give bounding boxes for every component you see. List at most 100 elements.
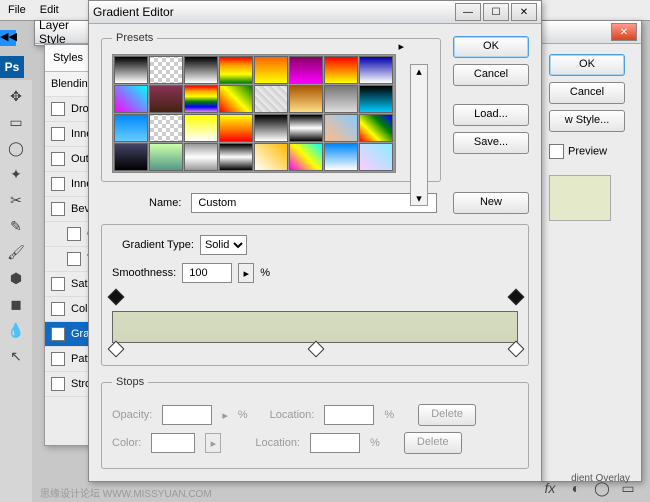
name-input[interactable]: Custom	[191, 193, 437, 213]
new-button[interactable]: New	[453, 192, 529, 214]
preset-swatch[interactable]	[114, 143, 148, 171]
preset-swatch[interactable]	[359, 56, 393, 84]
crop-tool-icon[interactable]: ✂	[4, 188, 28, 212]
preview-swatch	[549, 175, 611, 221]
preset-swatch[interactable]	[219, 85, 253, 113]
opacity-stop[interactable]	[510, 291, 520, 303]
preset-swatch[interactable]	[149, 56, 183, 84]
opacity-label: Opacity:	[112, 409, 152, 421]
stops-legend: Stops	[112, 376, 148, 388]
location-label: Location:	[270, 409, 315, 421]
smoothness-label: Smoothness:	[112, 267, 176, 279]
color-stop[interactable]	[510, 343, 520, 355]
minimize-icon[interactable]: —	[455, 3, 481, 21]
folder-icon[interactable]: ▭	[616, 476, 640, 500]
opacity-stop[interactable]	[110, 291, 120, 303]
preset-swatch[interactable]	[254, 143, 288, 171]
preset-swatch[interactable]	[149, 114, 183, 142]
preset-swatch[interactable]	[359, 114, 393, 142]
preset-swatch[interactable]	[219, 143, 253, 171]
preset-swatch[interactable]	[289, 56, 323, 84]
dropdown-icon[interactable]: ▸	[238, 263, 254, 283]
layer-style-title: Layer Style	[39, 18, 91, 46]
eyedropper-tool-icon[interactable]: ✎	[4, 214, 28, 238]
preset-swatch[interactable]	[254, 56, 288, 84]
preset-swatch[interactable]	[149, 143, 183, 171]
smoothness-input[interactable]: 100	[182, 263, 232, 283]
cancel-button[interactable]: Cancel	[453, 64, 529, 86]
delete-button: Delete	[404, 432, 462, 454]
new-style-button[interactable]: w Style...	[549, 110, 625, 132]
color-stop[interactable]	[110, 343, 120, 355]
preset-swatch[interactable]	[114, 56, 148, 84]
path-tool-icon[interactable]: ↖	[4, 344, 28, 368]
gradient-editor-titlebar[interactable]: Gradient Editor — ☐ ✕	[89, 1, 541, 24]
collapse-panel-icon[interactable]: ◀◀	[0, 30, 16, 46]
mask-icon[interactable]: ◐	[564, 476, 588, 500]
preset-swatch[interactable]	[114, 85, 148, 113]
color-picker-icon: ▸	[205, 433, 221, 453]
preset-swatch[interactable]	[324, 56, 358, 84]
preset-swatch[interactable]	[219, 56, 253, 84]
close-icon[interactable]: ✕	[611, 23, 637, 41]
ok-button[interactable]: OK	[549, 54, 625, 76]
load-button[interactable]: Load...	[453, 104, 529, 126]
gradient-editor-dialog: Gradient Editor — ☐ ✕ OK Cancel Load... …	[88, 0, 542, 482]
preset-swatch[interactable]	[184, 56, 218, 84]
preset-swatch[interactable]	[324, 143, 358, 171]
stamp-tool-icon[interactable]: ⬢	[4, 266, 28, 290]
brush-tool-icon[interactable]: 🖌	[4, 240, 28, 264]
location-label: Location:	[255, 437, 300, 449]
layer-style-titlebar: Layer Style	[34, 20, 96, 46]
titlebar: ✕	[541, 21, 641, 44]
menu-file[interactable]: File	[2, 2, 32, 18]
scroll-down-icon[interactable]: ▾	[411, 192, 427, 205]
scroll-up-icon[interactable]: ▴	[411, 65, 427, 78]
preview-label: Preview	[568, 145, 607, 157]
move-tool-icon[interactable]: ✥	[4, 84, 28, 108]
preset-swatch[interactable]	[114, 114, 148, 142]
preset-swatch[interactable]	[254, 85, 288, 113]
preset-swatch[interactable]	[324, 85, 358, 113]
percent-label: %	[260, 267, 270, 279]
preset-swatch[interactable]	[289, 143, 323, 171]
presets-legend: Presets	[112, 32, 157, 44]
preset-swatch[interactable]	[324, 114, 358, 142]
panel-icons-row: fx ◐ ◯ ▭	[538, 476, 640, 500]
gradient-preview-bar[interactable]	[112, 311, 518, 343]
presets-scrollbar[interactable]: ▴ ▾	[410, 64, 428, 206]
gradient-tool-icon[interactable]: ◼	[4, 292, 28, 316]
preset-swatch[interactable]	[219, 114, 253, 142]
preset-swatch[interactable]	[359, 143, 393, 171]
preset-swatch[interactable]	[184, 114, 218, 142]
preset-swatch[interactable]	[289, 114, 323, 142]
marquee-tool-icon[interactable]: ▭	[4, 110, 28, 134]
preset-swatch[interactable]	[289, 85, 323, 113]
gradient-type-select[interactable]: Solid	[200, 235, 247, 255]
color-stop[interactable]	[310, 343, 320, 355]
preset-swatch[interactable]	[149, 85, 183, 113]
preview-checkbox[interactable]	[549, 144, 564, 159]
blur-tool-icon[interactable]: 💧	[4, 318, 28, 342]
wand-tool-icon[interactable]: ✦	[4, 162, 28, 186]
tool-panel: ✥ ▭ ◯ ✦ ✂ ✎ 🖌 ⬢ ◼ 💧 ↖	[0, 80, 32, 502]
location-input	[310, 433, 360, 453]
ok-button[interactable]: OK	[453, 36, 529, 58]
color-label: Color:	[112, 437, 141, 449]
preset-swatch[interactable]	[254, 114, 288, 142]
gradient-editor-title: Gradient Editor	[93, 5, 174, 19]
cancel-button[interactable]: Cancel	[549, 82, 625, 104]
close-icon[interactable]: ✕	[511, 3, 537, 21]
lasso-tool-icon[interactable]: ◯	[4, 136, 28, 160]
maximize-icon[interactable]: ☐	[483, 3, 509, 21]
ps-logo: Ps	[0, 56, 24, 78]
preset-swatch[interactable]	[184, 143, 218, 171]
preset-swatch[interactable]	[359, 85, 393, 113]
save-button[interactable]: Save...	[453, 132, 529, 154]
menu-edit[interactable]: Edit	[34, 2, 65, 18]
presets-menu-icon[interactable]: ▸	[398, 40, 404, 53]
presets-grid	[112, 54, 396, 173]
adjustment-icon[interactable]: ◯	[590, 476, 614, 500]
fx-icon[interactable]: fx	[538, 476, 562, 500]
preset-swatch[interactable]	[184, 85, 218, 113]
